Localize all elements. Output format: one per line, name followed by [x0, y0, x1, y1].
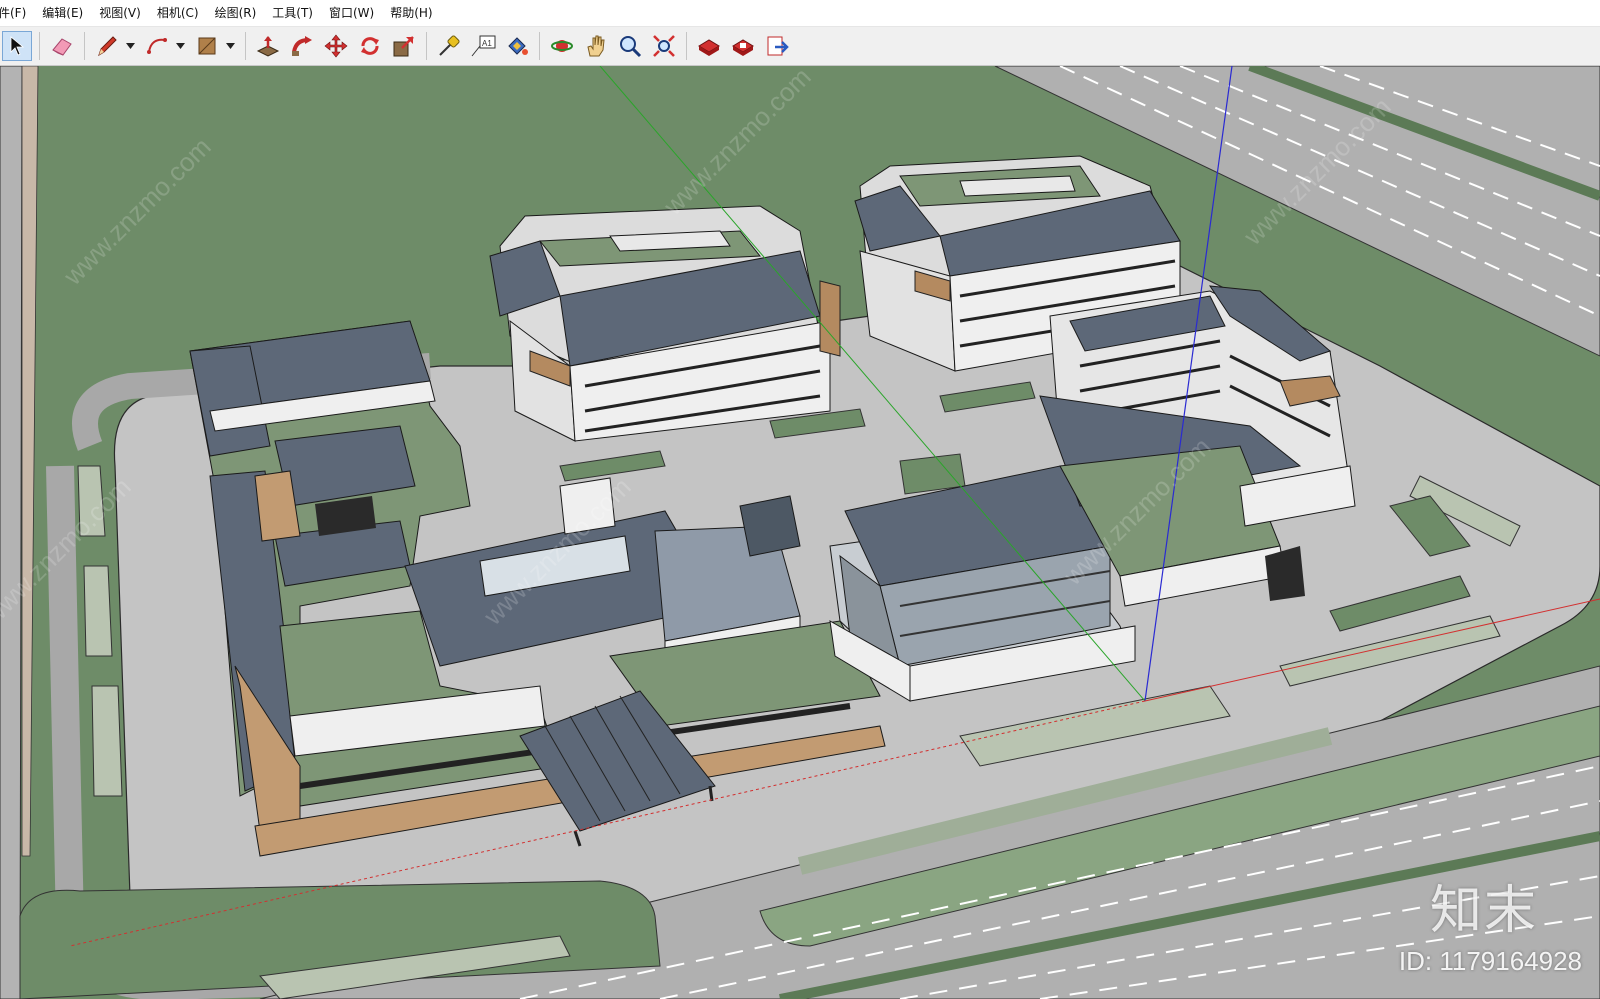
model-viewport[interactable]: www.znzmo.com www.znzmo.com www.znzmo.co… — [0, 66, 1600, 999]
scale-icon — [393, 36, 414, 57]
share-model-icon — [767, 36, 789, 56]
rectangle-tool-dropdown[interactable] — [224, 31, 236, 61]
tape-measure-tool-button[interactable] — [434, 31, 464, 61]
select-tool-button[interactable] — [2, 31, 32, 61]
select-arrow-icon — [10, 36, 25, 56]
push-pull-icon — [256, 36, 280, 57]
chevron-down-icon — [175, 43, 185, 49]
menu-window[interactable]: 窗口(W) — [321, 0, 382, 26]
brand-watermark: 知末 — [1429, 881, 1538, 941]
toolbar-separator — [539, 32, 540, 60]
chevron-down-icon — [125, 43, 135, 49]
text-label-icon: A1 — [471, 35, 496, 57]
building-block-north-west — [489, 205, 841, 442]
sketchup-window: 件(F) 编辑(E) 视图(V) 相机(C) 绘图(R) 工具(T) 窗口(W)… — [0, 0, 1600, 999]
menu-help[interactable]: 帮助(H) — [382, 0, 440, 26]
move-tool-button[interactable] — [321, 31, 351, 61]
rectangle-icon — [198, 37, 216, 55]
eraser-tool-button[interactable] — [47, 31, 77, 61]
3d-warehouse-icon — [698, 39, 720, 56]
push-pull-tool-button[interactable] — [253, 31, 283, 61]
follow-me-tool-button[interactable] — [287, 31, 317, 61]
paint-bucket-icon — [508, 37, 528, 55]
rectangle-tool-button[interactable] — [192, 31, 222, 61]
toolbar-separator — [426, 32, 427, 60]
arc-icon — [147, 38, 167, 54]
3d-warehouse-button[interactable] — [694, 31, 724, 61]
toolbar-separator — [686, 32, 687, 60]
toolbar-separator — [245, 32, 246, 60]
orbit-tool-button[interactable] — [547, 31, 577, 61]
line-tool-dropdown[interactable] — [124, 31, 136, 61]
chevron-down-icon — [225, 43, 235, 49]
arc-tool-button[interactable] — [142, 31, 172, 61]
paint-bucket-tool-button[interactable] — [502, 31, 532, 61]
menu-edit[interactable]: 编辑(E) — [34, 0, 91, 26]
image-id-watermark: ID: 1179164928 — [1398, 946, 1582, 976]
extension-warehouse-button[interactable] — [728, 31, 758, 61]
menu-tools[interactable]: 工具(T) — [264, 0, 321, 26]
eraser-icon — [52, 38, 72, 56]
parking-strip — [77, 465, 106, 537]
arc-tool-dropdown[interactable] — [174, 31, 186, 61]
zoom-icon — [620, 36, 642, 58]
zoom-extents-tool-button[interactable] — [649, 31, 679, 61]
site-model-scene — [0, 66, 1600, 999]
zoom-extents-icon — [653, 35, 675, 57]
menu-bar: 件(F) 编辑(E) 视图(V) 相机(C) 绘图(R) 工具(T) 窗口(W)… — [0, 0, 1600, 26]
move-icon — [324, 34, 348, 58]
line-tool-button[interactable] — [92, 31, 122, 61]
zoom-tool-button[interactable] — [615, 31, 645, 61]
menu-draw[interactable]: 绘图(R) — [207, 0, 265, 26]
tape-measure-icon — [439, 35, 460, 56]
text-tool-glyph: A1 — [482, 39, 492, 48]
follow-me-icon — [292, 36, 312, 56]
main-toolbar: A1 — [0, 26, 1600, 66]
pencil-line-icon — [98, 36, 117, 57]
orbit-icon — [551, 40, 573, 52]
toolbar-separator — [84, 32, 85, 60]
menu-camera[interactable]: 相机(C) — [149, 0, 207, 26]
extension-warehouse-icon — [732, 39, 754, 56]
text-tool-button[interactable]: A1 — [468, 31, 498, 61]
scale-tool-button[interactable] — [389, 31, 419, 61]
stair-tower — [559, 477, 616, 535]
parking-strip — [83, 565, 113, 657]
menu-view[interactable]: 视图(V) — [91, 0, 149, 26]
rotate-tool-button[interactable] — [355, 31, 385, 61]
menu-file[interactable]: 件(F) — [0, 0, 34, 26]
left-road — [0, 66, 23, 999]
parking-strip — [91, 685, 123, 797]
share-model-button[interactable] — [762, 31, 792, 61]
toolbar-separator — [39, 32, 40, 60]
rotate-icon — [361, 37, 379, 55]
pan-tool-button[interactable] — [581, 31, 611, 61]
pan-hand-icon — [587, 35, 605, 57]
